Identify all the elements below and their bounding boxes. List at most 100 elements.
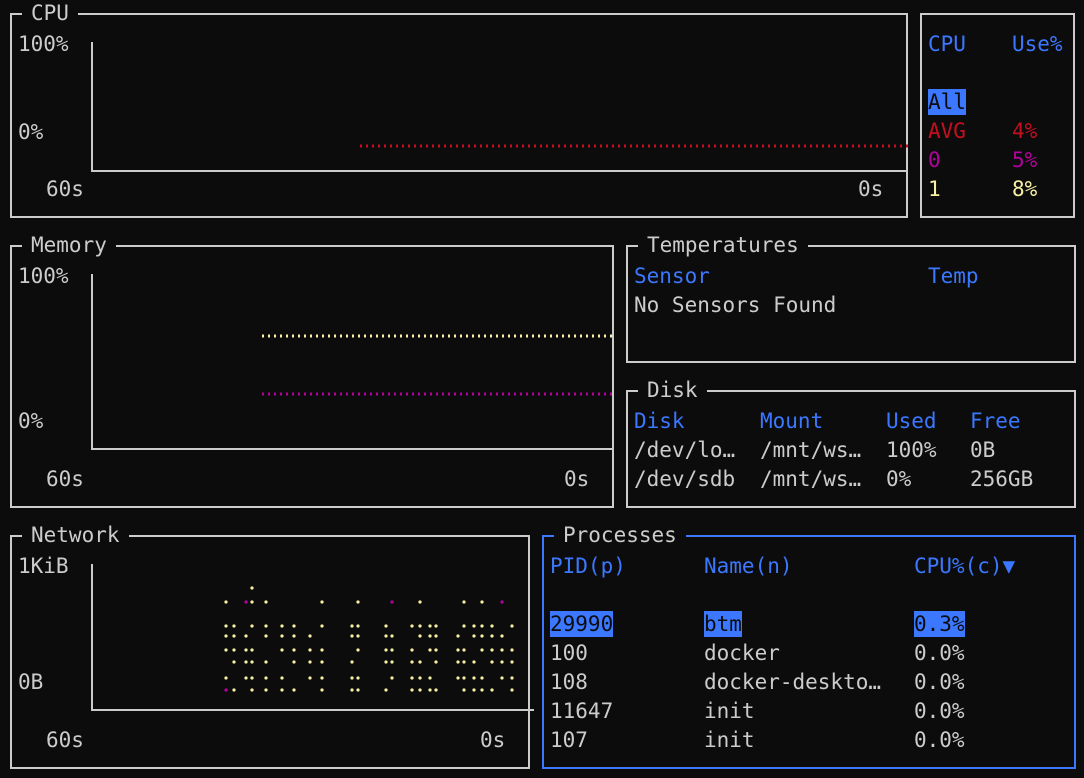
network-rx-dot [490, 624, 494, 628]
network-rx-dot [232, 648, 236, 652]
proc-row-1-cpu[interactable]: 0.3% [914, 611, 965, 637]
network-rx-dot [490, 634, 494, 638]
proc-row-1-name[interactable]: btm [704, 611, 742, 637]
network-rx-dot [480, 648, 484, 652]
proc-header-pid[interactable]: PID(p) [550, 553, 626, 579]
proc-row-2-pid[interactable]: 100 [550, 640, 588, 666]
network-rx-dot [410, 676, 414, 680]
proc-row-5-name[interactable]: init [704, 727, 755, 753]
disk-row-2-mount[interactable]: /mnt/ws… [760, 466, 861, 492]
cpu-panel[interactable]: CPU 100% 0% 60s 0s [10, 0, 908, 218]
network-rx-dot [356, 600, 360, 604]
network-rx-dot [472, 676, 476, 680]
network-rx-dot [418, 660, 422, 664]
disk-header-disk[interactable]: Disk [634, 408, 685, 434]
network-rx-dot [410, 648, 414, 652]
network-rx-dot [490, 648, 494, 652]
network-rx-dot [250, 648, 254, 652]
network-rx-dot [224, 648, 228, 652]
proc-row-2-cpu[interactable]: 0.0% [914, 640, 965, 666]
proc-row-4-pid[interactable]: 11647 [550, 698, 613, 724]
disk-header-used[interactable]: Used [886, 408, 937, 434]
network-rx-dot [384, 634, 388, 638]
network-rx-dot [510, 688, 514, 692]
network-rx-dot [250, 600, 254, 604]
network-rx-dot [390, 676, 394, 680]
network-rx-dot [232, 688, 236, 692]
proc-row-3-cpu[interactable]: 0.0% [914, 669, 965, 695]
network-rx-dot [384, 688, 388, 692]
network-rx-dot [428, 624, 432, 628]
graph-axis [91, 42, 908, 172]
network-rx-dot [500, 600, 504, 604]
disk-row-2-used[interactable]: 0% [886, 466, 911, 492]
network-rx-dot [308, 660, 312, 664]
memory-panel[interactable]: Memory 100% 0% 60s 0s [10, 232, 614, 508]
network-rx-dot [244, 648, 248, 652]
proc-header-name[interactable]: Name(n) [704, 553, 793, 579]
network-rx-dot [410, 688, 414, 692]
disk-panel[interactable]: Disk Disk Mount Used Free /dev/lo… /mnt/… [626, 377, 1076, 508]
network-rx-dot [410, 660, 414, 664]
legend-cpu1-name[interactable]: 1 [928, 176, 941, 202]
proc-row-4-name[interactable]: init [704, 698, 755, 724]
proc-header-cpu-sorted[interactable]: CPU%(c)▼ [914, 553, 1015, 579]
disk-row-2-disk[interactable]: /dev/sdb [634, 466, 735, 492]
network-rx-dot [434, 660, 438, 664]
legend-cpu0-name[interactable]: 0 [928, 147, 941, 173]
network-rx-dot [356, 688, 360, 692]
disk-row-2-free[interactable]: 256GB [970, 466, 1033, 492]
network-rx-dot [350, 660, 354, 664]
memory-graph [91, 274, 614, 450]
network-rx-dot [434, 624, 438, 628]
network-rx-dot [292, 648, 296, 652]
legend-all-selected[interactable]: All [928, 89, 966, 115]
proc-row-1-pid[interactable]: 29990 [550, 611, 614, 637]
network-rx-dot [434, 634, 438, 638]
network-rx-dot [308, 634, 312, 638]
network-rx-dot [480, 634, 484, 638]
network-panel[interactable]: Network 1KiB 0B 60s 0s [10, 522, 534, 769]
cpu-legend-panel[interactable]: CPU Use% All AVG 4% 0 5% 1 8% [920, 13, 1075, 218]
network-rx-dot [320, 648, 324, 652]
proc-row-5-pid[interactable]: 107 [550, 727, 588, 753]
disk-row-1-disk[interactable]: /dev/lo… [634, 437, 735, 463]
network-rx-dot [472, 660, 476, 664]
disk-header-free[interactable]: Free [970, 408, 1021, 434]
network-rx-dot [250, 676, 254, 680]
network-rx-dot [456, 648, 460, 652]
network-graph [91, 564, 534, 711]
network-rx-dot [384, 648, 388, 652]
processes-panel[interactable]: Processes PID(p) Name(n) CPU%(c)▼ 29990 … [542, 522, 1076, 769]
proc-row-4-cpu[interactable]: 0.0% [914, 698, 965, 724]
temp-header-sensor[interactable]: Sensor [634, 263, 710, 289]
proc-row-3-name[interactable]: docker-deskto… [704, 669, 881, 695]
network-rx-dot [418, 600, 422, 604]
disk-header-mount[interactable]: Mount [760, 408, 823, 434]
network-rx-dot [280, 688, 284, 692]
network-rx-dot [428, 648, 432, 652]
network-rx-dot [264, 600, 268, 604]
legend-avg-name[interactable]: AVG [928, 118, 966, 144]
proc-row-2-name[interactable]: docker [704, 640, 780, 666]
proc-row-5-cpu[interactable]: 0.0% [914, 727, 965, 753]
network-rx-dot [462, 688, 466, 692]
disk-row-1-free[interactable]: 0B [970, 437, 995, 463]
network-rx-dot [510, 660, 514, 664]
network-rx-dot [480, 600, 484, 604]
network-rx-dot [356, 624, 360, 628]
disk-row-1-used[interactable]: 100% [886, 437, 937, 463]
disk-row-1-mount[interactable]: /mnt/ws… [760, 437, 861, 463]
temperatures-panel[interactable]: Temperatures Sensor Temp No Sensors Foun… [626, 232, 1076, 363]
network-rx-dot [390, 600, 394, 604]
network-rx-dot [292, 634, 296, 638]
network-rx-dot [244, 660, 248, 664]
network-rx-dot [232, 660, 236, 664]
network-rx-dot [456, 660, 460, 664]
proc-row-3-pid[interactable]: 108 [550, 669, 588, 695]
legend-header-cpu: CPU [928, 32, 966, 56]
temp-header-temp[interactable]: Temp [928, 263, 979, 289]
graph-axis [91, 564, 534, 711]
network-rx-dot [244, 676, 248, 680]
network-rx-dot [462, 624, 466, 628]
